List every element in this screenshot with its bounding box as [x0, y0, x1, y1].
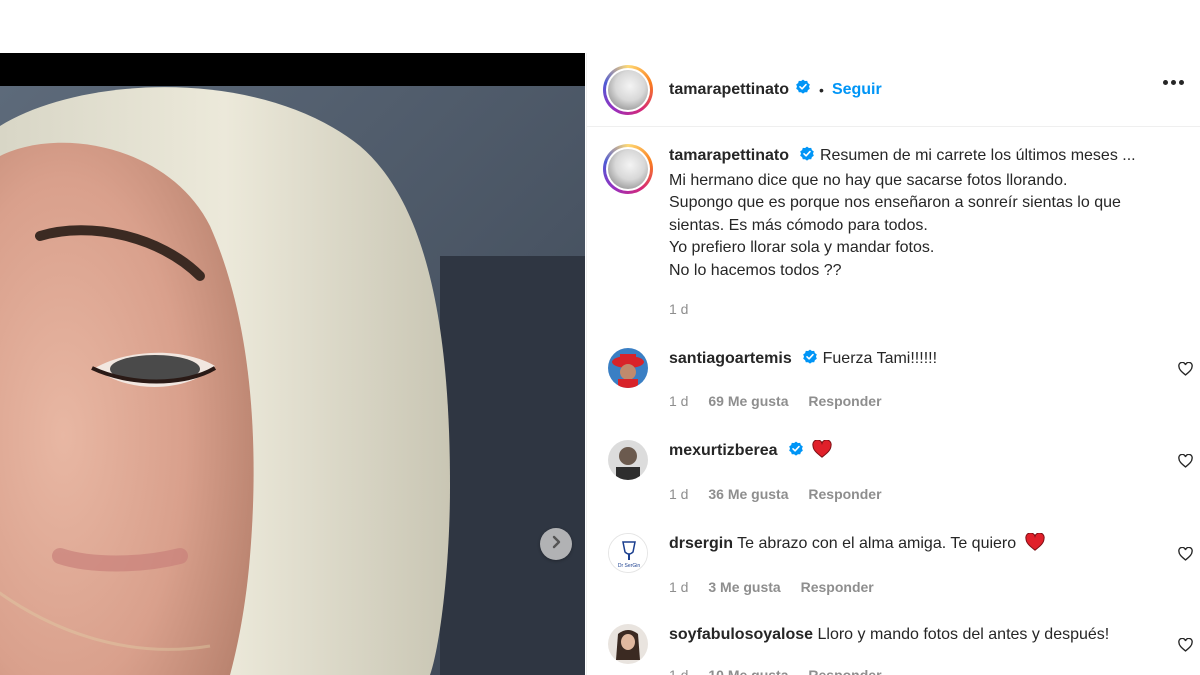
separator-dot: •	[819, 81, 824, 98]
comment: Dr SerGin drsergin Te abrazo con el alma…	[603, 532, 1193, 598]
commenter-avatar[interactable]	[608, 348, 648, 388]
comment-age[interactable]: 1 d	[669, 486, 688, 502]
comment-age[interactable]: 1 d	[669, 579, 688, 595]
caption-author-avatar[interactable]	[603, 144, 653, 194]
reply-button[interactable]: Responder	[801, 579, 874, 595]
post-header: tamarapettinato • Seguir	[587, 53, 1200, 127]
caption-line: sientas. Es más cómodo para todos.	[669, 216, 928, 234]
comment-text: Te abrazo con el alma amiga. Te quiero	[737, 535, 1017, 552]
verified-badge-icon	[795, 79, 811, 100]
heart-emoji-icon	[1024, 532, 1045, 558]
caption-line: No lo hacemos todos ??	[669, 261, 842, 279]
next-photo-button[interactable]	[540, 528, 572, 560]
author-username[interactable]: tamarapettinato	[669, 81, 789, 99]
avatar-logo-text: Dr SerGin	[618, 563, 640, 569]
verified-badge-icon	[802, 349, 818, 372]
post-sidebar: tamarapettinato • Seguir tamarapettinato…	[586, 53, 1200, 675]
verified-badge-icon	[788, 441, 804, 464]
comment: soyfabulosoyalose Lloro y mando fotos de…	[603, 624, 1193, 675]
reply-button[interactable]: Responder	[808, 393, 881, 409]
caption-line: Yo prefiero llorar sola y mandar fotos.	[669, 239, 935, 256]
heart-outline-icon[interactable]	[1178, 453, 1193, 473]
chevron-right-icon	[549, 535, 563, 554]
verified-badge-icon	[799, 146, 815, 170]
follow-button[interactable]: Seguir	[832, 81, 882, 99]
comment: mexurtizberea 1 d 36 Me gusta Responder	[603, 439, 1193, 505]
comment-username[interactable]: santiagoartemis	[669, 350, 792, 367]
commenter-avatar[interactable]	[608, 440, 648, 480]
author-avatar[interactable]	[603, 64, 653, 115]
comment-likes[interactable]: 10 Me gusta	[708, 667, 788, 675]
comment-likes[interactable]: 36 Me gusta	[708, 486, 788, 502]
comment-text: Fuerza Tami!!!!!!	[822, 350, 938, 367]
caption-age[interactable]: 1 d	[669, 301, 688, 317]
comment-username[interactable]: mexurtizberea	[669, 442, 778, 459]
heart-emoji-icon	[812, 439, 833, 465]
post-caption: tamarapettinato Resumen de mi carrete lo…	[587, 127, 1200, 321]
comment-likes[interactable]: 3 Me gusta	[708, 579, 780, 595]
comment-username[interactable]: soyfabulosoyalose	[669, 626, 813, 643]
caption-username[interactable]: tamarapettinato	[669, 147, 789, 164]
post-photo[interactable]	[0, 86, 585, 675]
comment-age[interactable]: 1 d	[669, 393, 688, 409]
post-media	[0, 53, 585, 675]
comment-likes[interactable]: 69 Me gusta	[708, 393, 788, 409]
more-options-icon[interactable]	[1163, 80, 1184, 85]
reply-button[interactable]: Responder	[808, 667, 881, 675]
caption-line: Supongo que es porque nos enseñaron a so…	[669, 194, 1121, 211]
comment-text: Lloro y mando fotos del antes y después!	[817, 626, 1110, 643]
caption-line: Resumen de mi carrete los últimos meses …	[819, 147, 1136, 164]
comment-age[interactable]: 1 d	[669, 667, 688, 675]
commenter-avatar[interactable]: Dr SerGin	[608, 533, 648, 573]
comment-username[interactable]: drsergin	[669, 535, 733, 552]
heart-outline-icon[interactable]	[1178, 637, 1193, 657]
commenter-avatar[interactable]	[608, 624, 648, 664]
heart-outline-icon[interactable]	[1178, 361, 1193, 381]
reply-button[interactable]: Responder	[808, 486, 881, 502]
heart-outline-icon[interactable]	[1178, 546, 1193, 566]
caption-line: Mi hermano dice que no hay que sacarse f…	[669, 171, 1068, 189]
comment: santiagoartemis Fuerza Tami!!!!!! 1 d 69…	[603, 348, 1193, 412]
